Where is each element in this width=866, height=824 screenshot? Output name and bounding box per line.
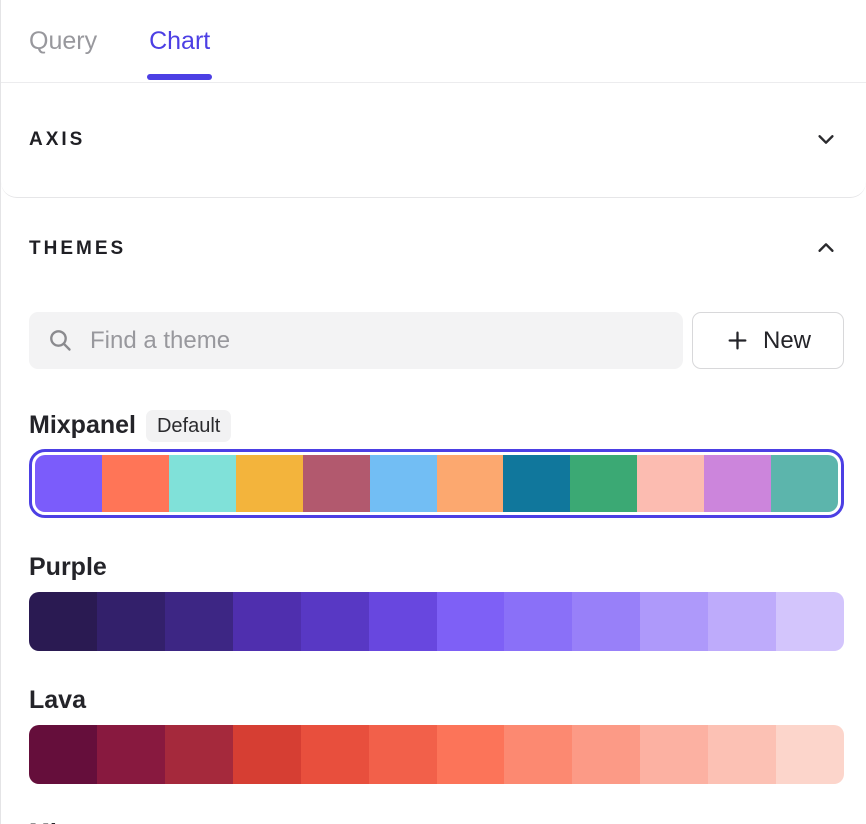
plus-icon <box>725 328 750 353</box>
color-swatch <box>504 592 572 651</box>
color-swatch <box>708 592 776 651</box>
theme-item: Lava <box>29 685 844 784</box>
color-swatch <box>165 592 233 651</box>
color-swatch <box>29 725 97 784</box>
color-swatch <box>303 455 370 512</box>
theme-search-box[interactable] <box>29 312 683 369</box>
chevron-up-icon <box>815 237 837 262</box>
themes-section-header[interactable]: THEMES <box>1 236 866 262</box>
axis-expand-button[interactable] <box>812 126 840 154</box>
color-swatch <box>35 455 102 512</box>
theme-search-input[interactable] <box>90 312 665 369</box>
color-swatch <box>776 725 844 784</box>
theme-search-row: New <box>29 312 844 369</box>
color-swatch <box>102 455 169 512</box>
theme-swatch-row-selected[interactable] <box>35 455 838 512</box>
theme-list: Mixpanel Default Purple Lava Mist <box>1 410 866 824</box>
color-swatch <box>233 725 301 784</box>
color-swatch <box>369 592 437 651</box>
selected-theme-frame <box>29 449 844 518</box>
axis-section-title: AXIS <box>29 129 85 151</box>
color-swatch <box>570 455 637 512</box>
color-swatch <box>572 725 640 784</box>
axis-section[interactable]: AXIS <box>1 83 866 198</box>
color-swatch <box>704 455 771 512</box>
color-swatch <box>169 455 236 512</box>
tab-bar: Query Chart <box>1 0 866 83</box>
color-swatch <box>97 725 165 784</box>
color-swatch <box>370 455 437 512</box>
color-swatch <box>236 455 303 512</box>
theme-item: Purple <box>29 552 844 651</box>
theme-name: Mixpanel <box>29 411 136 440</box>
color-swatch <box>301 725 369 784</box>
color-swatch <box>29 592 97 651</box>
theme-item: Mixpanel Default <box>29 410 844 518</box>
theme-swatch-row[interactable] <box>29 592 844 651</box>
themes-section-title: THEMES <box>29 238 126 260</box>
chevron-down-icon <box>815 128 837 153</box>
color-swatch <box>369 725 437 784</box>
color-swatch <box>640 592 708 651</box>
color-swatch <box>437 592 505 651</box>
color-swatch <box>97 592 165 651</box>
tab-chart[interactable]: Chart <box>149 0 210 82</box>
themes-section: THEMES <box>1 198 866 824</box>
theme-item: Mist <box>29 818 844 824</box>
color-swatch <box>776 592 844 651</box>
themes-collapse-button[interactable] <box>812 235 840 263</box>
color-swatch <box>708 725 776 784</box>
color-swatch <box>503 455 570 512</box>
new-theme-button-label: New <box>763 327 811 355</box>
color-swatch <box>640 725 708 784</box>
color-swatch <box>437 455 504 512</box>
color-swatch <box>572 592 640 651</box>
tab-query[interactable]: Query <box>29 0 97 82</box>
theme-swatch-row[interactable] <box>29 725 844 784</box>
new-theme-button[interactable]: New <box>692 312 844 369</box>
theme-name: Purple <box>29 553 107 582</box>
color-swatch <box>233 592 301 651</box>
chart-settings-panel: Query Chart AXIS THEMES <box>0 0 866 824</box>
color-swatch <box>771 455 838 512</box>
theme-name: Lava <box>29 686 86 715</box>
theme-default-badge: Default <box>146 410 231 442</box>
color-swatch <box>437 725 505 784</box>
color-swatch <box>637 455 704 512</box>
theme-name: Mist <box>29 819 79 824</box>
color-swatch <box>301 592 369 651</box>
color-swatch <box>504 725 572 784</box>
search-icon <box>47 327 74 354</box>
color-swatch <box>165 725 233 784</box>
